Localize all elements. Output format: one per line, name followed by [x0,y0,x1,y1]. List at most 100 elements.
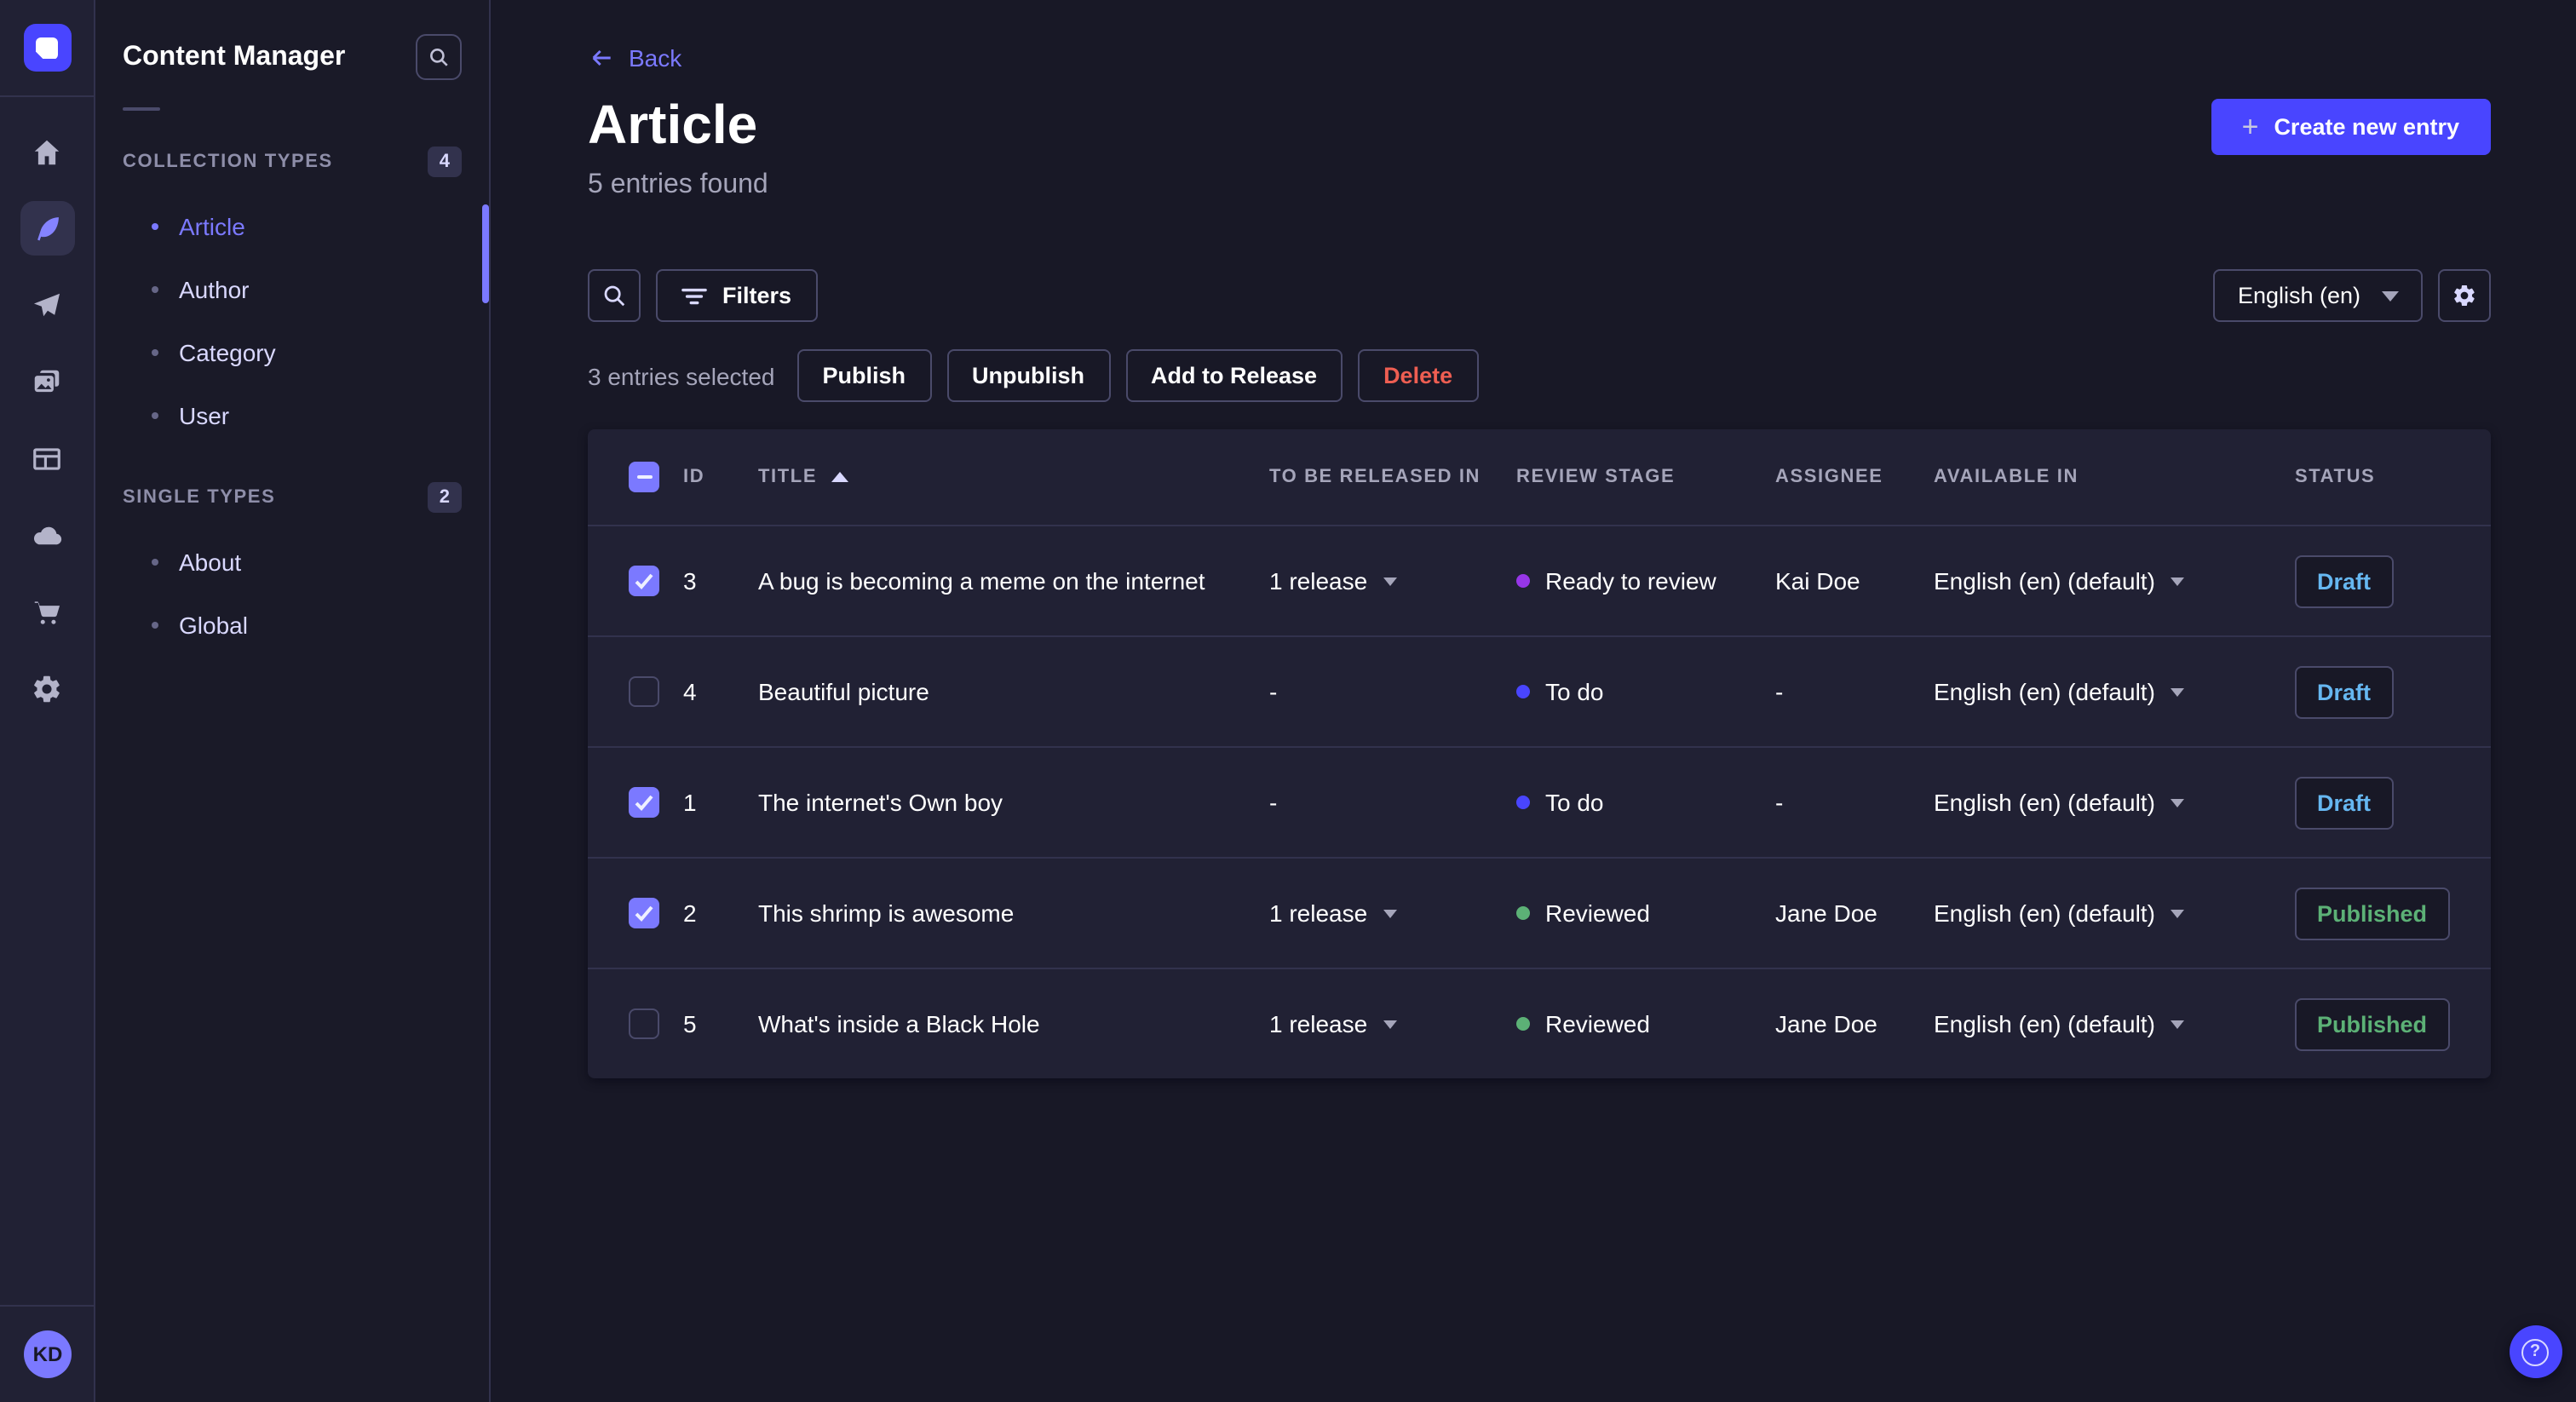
cell-status: Published [2295,887,2450,939]
unpublish-button[interactable]: Unpublish [946,349,1110,402]
divider [0,95,95,97]
bullet-icon [152,222,158,229]
stage-label: To do [1545,678,1604,705]
cell-review-stage: To do [1516,678,1775,705]
content-manager-icon[interactable] [20,201,74,256]
stage-label: Reviewed [1545,899,1650,927]
add-to-release-button[interactable]: Add to Release [1125,349,1343,402]
cell-available-in[interactable]: English (en) (default) [1934,678,2295,705]
releases-icon[interactable] [20,278,74,332]
strapi-logo[interactable] [23,24,71,72]
main-content: Back Article 5 entries found + Create ne… [491,0,2576,1402]
single-types-list: About Global [95,530,489,656]
bullet-icon [152,411,158,418]
select-all-checkbox[interactable] [629,462,659,492]
cell-title: A bug is becoming a meme on the internet [758,567,1205,595]
sidebar-item-label: Global [179,611,248,638]
cell-released-in: - [1269,678,1516,705]
create-button-label: Create new entry [2274,114,2460,140]
main-nav-rail: KD [0,0,95,1402]
column-header-id[interactable]: ID [683,467,758,487]
cell-id: 3 [683,567,697,595]
publish-button[interactable]: Publish [796,349,931,402]
locale-select[interactable]: English (en) [2213,269,2423,322]
stage-label: To do [1545,789,1604,816]
row-checkbox[interactable] [629,787,659,818]
cell-available-in[interactable]: English (en) (default) [1934,567,2295,595]
search-button[interactable] [588,269,641,322]
release-label: 1 release [1269,899,1368,927]
help-button[interactable]: ? [2509,1325,2562,1378]
search-button[interactable] [416,34,462,80]
stage-dot-icon [1516,906,1530,920]
column-header-title[interactable]: TITLE [758,467,1269,487]
column-header-to-be-released-in[interactable]: TO BE RELEASED IN [1269,467,1516,487]
cell-released-in[interactable]: 1 release [1269,567,1516,595]
row-checkbox[interactable] [629,1008,659,1039]
cell-status: Draft [2295,776,2449,829]
cell-title: Beautiful picture [758,678,929,705]
delete-button[interactable]: Delete [1358,349,1479,402]
deploy-icon[interactable] [20,508,74,562]
sidebar-item-author[interactable]: Author [95,257,489,320]
cell-assignee: Kai Doe [1775,567,1860,595]
column-header-available-in[interactable]: AVAILABLE IN [1934,467,2295,487]
cell-released-in[interactable]: 1 release [1269,899,1516,927]
back-link[interactable]: Back [588,44,681,72]
filters-button[interactable]: Filters [656,269,818,322]
table-row[interactable]: 3 A bug is becoming a meme on the intern… [588,525,2491,635]
sidebar-item-label: User [179,401,230,428]
sidebar-item-global[interactable]: Global [95,593,489,656]
column-header-review-stage[interactable]: REVIEW STAGE [1516,467,1775,487]
user-avatar[interactable]: KD [24,1330,72,1378]
settings-icon[interactable] [20,661,74,715]
subnav-scrollbar[interactable] [482,204,489,303]
status-badge: Published [2295,997,2450,1050]
divider [123,107,160,111]
cell-available-in[interactable]: English (en) (default) [1934,899,2295,927]
row-checkbox[interactable] [629,898,659,928]
collection-types-list: Article Author Category User [95,194,489,446]
content-type-builder-icon[interactable] [20,431,74,486]
view-settings-button[interactable] [2437,269,2491,322]
cell-status: Draft [2295,554,2449,607]
sort-ascending-icon [831,472,848,482]
home-icon[interactable] [20,124,74,179]
entries-count: 5 entries found [588,170,768,199]
marketplace-icon[interactable] [20,584,74,639]
cell-available-in[interactable]: English (en) (default) [1934,789,2295,816]
column-header-assignee[interactable]: ASSIGNEE [1775,467,1934,487]
table-header-row: ID TITLE TO BE RELEASED IN REVIEW STAGE … [588,429,2490,525]
row-checkbox[interactable] [629,566,659,596]
table-row[interactable]: 2 This shrimp is awesome 1 release Revie… [588,857,2491,968]
chevron-down-icon [2170,909,2184,917]
check-icon [635,795,653,811]
cell-released-in[interactable]: 1 release [1269,1010,1516,1037]
collection-types-count-badge: 4 [427,147,462,177]
sidebar-item-user[interactable]: User [95,383,489,446]
cell-title: The internet's Own boy [758,789,1003,816]
stage-dot-icon [1516,1017,1530,1031]
release-label: - [1269,678,1278,705]
release-label: - [1269,789,1278,816]
table-row[interactable]: 1 The internet's Own boy - To do - Engli… [588,746,2491,857]
single-types-count-badge: 2 [427,482,462,513]
media-library-icon[interactable] [20,354,74,409]
stage-dot-icon [1516,574,1530,588]
stage-dot-icon [1516,796,1530,809]
page-title: Article [588,94,758,155]
row-checkbox[interactable] [629,676,659,707]
table-row[interactable]: 5 What's inside a Black Hole 1 release R… [588,968,2491,1078]
bullet-icon [152,348,158,355]
section-label-collection-types: COLLECTION TYPES [123,152,333,172]
create-new-entry-button[interactable]: + Create new entry [2211,99,2491,155]
cell-released-in: - [1269,789,1516,816]
column-header-status[interactable]: STATUS [2295,467,2449,487]
sidebar-item-about[interactable]: About [95,530,489,593]
sidebar-item-category[interactable]: Category [95,320,489,383]
cell-review-stage: To do [1516,789,1775,816]
sidebar-item-article[interactable]: Article [95,194,489,257]
cell-status: Draft [2295,665,2449,718]
cell-available-in[interactable]: English (en) (default) [1934,1010,2295,1037]
table-row[interactable]: 4 Beautiful picture - To do - English (e… [588,635,2491,746]
